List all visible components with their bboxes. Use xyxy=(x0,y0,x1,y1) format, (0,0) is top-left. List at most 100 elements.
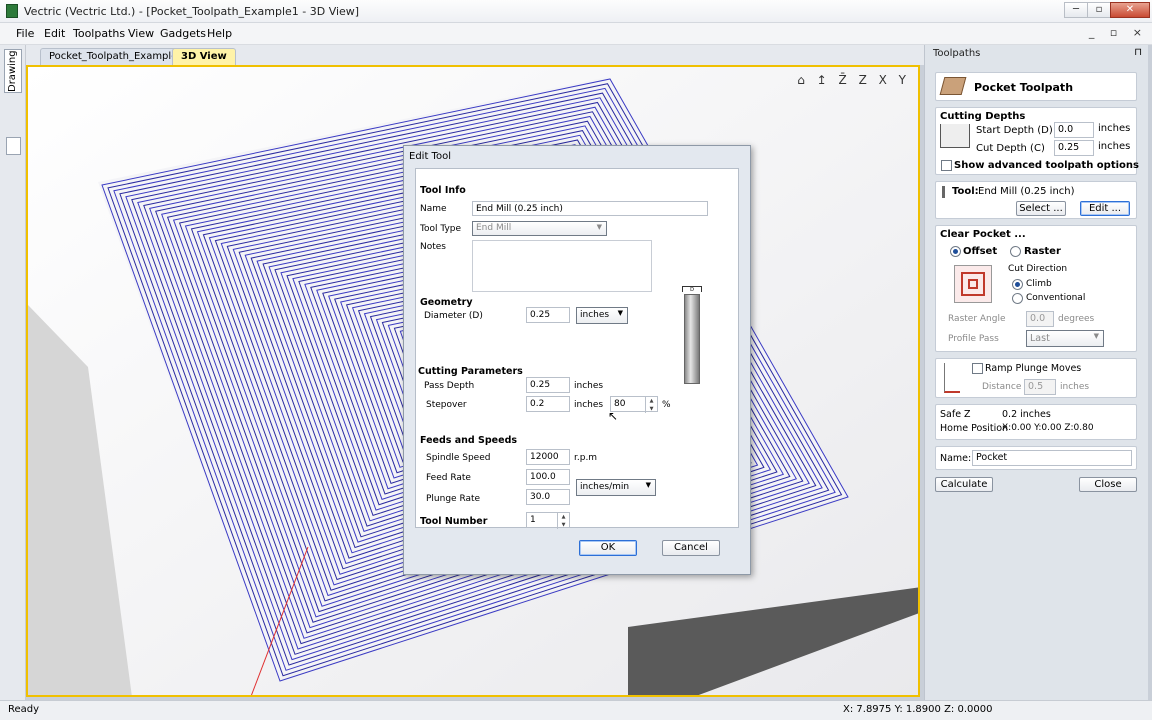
title-bar: Vectric (Vectric Ltd.) - [Pocket_Toolpat… xyxy=(0,0,1152,23)
minimize-button[interactable]: ─ xyxy=(1064,2,1088,18)
tool-type-select[interactable]: End Mill ▼ xyxy=(472,221,607,236)
diameter-marker-icon: D xyxy=(682,286,702,293)
minimize-icon: ─ xyxy=(1072,4,1080,15)
cut-depth-input[interactable]: 0.25 xyxy=(1054,140,1094,156)
cutting-depths-heading: Cutting Depths xyxy=(940,111,1026,122)
maximize-button[interactable]: ▫ xyxy=(1087,2,1111,18)
pocket-toolpath-label: Pocket Toolpath xyxy=(974,81,1074,94)
tool-type-value: End Mill xyxy=(476,223,512,233)
cut-direction-label: Cut Direction xyxy=(1008,264,1068,274)
menu-file[interactable]: File xyxy=(16,27,34,40)
feed-rate-input[interactable]: 100.0 xyxy=(526,469,570,485)
view-orientation-icons[interactable]: ⌂ ↥ Z̄ Z X Y xyxy=(797,73,910,87)
ramp-plunge-label: Ramp Plunge Moves xyxy=(985,363,1082,374)
tab-pocket-toolpath-example[interactable]: Pocket_Toolpath_Example1 xyxy=(40,48,193,65)
status-ready: Ready xyxy=(8,704,40,715)
clear-pocket-heading: Clear Pocket ... xyxy=(940,229,1026,240)
safe-z-value: 0.2 inches xyxy=(1002,409,1051,420)
ramp-section: Ramp Plunge Moves Distance 0.5 inches xyxy=(935,358,1137,398)
chevron-down-icon: ▼ xyxy=(617,309,623,317)
toolpath-name-label: Name: xyxy=(940,453,972,464)
pin-icon[interactable]: ⊓ xyxy=(1134,47,1142,58)
end-mill-icon: D xyxy=(682,286,702,386)
home-position-label: Home Position xyxy=(940,423,1009,434)
ramp-distance-input[interactable]: 0.5 xyxy=(1024,379,1056,395)
pass-depth-input[interactable]: 0.25 xyxy=(526,377,570,393)
toolpath-name-input[interactable]: Pocket xyxy=(972,450,1132,466)
raster-angle-input[interactable]: 0.0 xyxy=(1026,311,1054,327)
menu-view[interactable]: View xyxy=(128,27,154,40)
cancel-button[interactable]: Cancel xyxy=(662,540,720,556)
close-panel-button[interactable]: Close xyxy=(1079,477,1137,492)
advanced-options-checkbox[interactable] xyxy=(941,160,952,171)
stepover-input[interactable]: 0.2 xyxy=(526,396,570,412)
depth-diagram-icon xyxy=(940,124,970,148)
start-depth-label: Start Depth (D) xyxy=(976,125,1053,136)
spindle-speed-input[interactable]: 12000 xyxy=(526,449,570,465)
diameter-units-select[interactable]: inches ▼ xyxy=(576,307,628,324)
stepover-label: Stepover xyxy=(426,400,467,410)
maximize-icon: ▫ xyxy=(1095,4,1103,15)
tool-icon xyxy=(942,186,945,198)
chevron-down-icon: ▼ xyxy=(596,223,602,231)
diameter-label: Diameter (D) xyxy=(424,311,483,321)
tool-label: Tool: xyxy=(952,186,979,197)
secondary-tab[interactable] xyxy=(6,137,21,155)
notes-label: Notes xyxy=(420,242,446,252)
tab-3d-view[interactable]: 3D View xyxy=(172,48,236,65)
plunge-rate-input[interactable]: 30.0 xyxy=(526,489,570,505)
home-position-value: X:0.00 Y:0.00 Z:0.80 xyxy=(1002,423,1094,433)
edit-tool-button[interactable]: Edit ... xyxy=(1080,201,1130,216)
ramp-plunge-checkbox[interactable] xyxy=(972,363,983,374)
offset-label: Offset xyxy=(963,246,998,257)
menu-help[interactable]: Help xyxy=(207,27,232,40)
conventional-radio[interactable] xyxy=(1012,293,1023,304)
cut-depth-label: Cut Depth (C) xyxy=(976,143,1045,154)
rate-units-select[interactable]: inches/min ▼ xyxy=(576,479,656,496)
app-icon xyxy=(6,4,18,18)
calculate-button[interactable]: Calculate xyxy=(935,477,993,492)
ok-button[interactable]: OK xyxy=(579,540,637,556)
offset-radio[interactable] xyxy=(950,246,961,257)
profile-pass-label: Profile Pass xyxy=(948,334,999,344)
tool-section: Tool: End Mill (0.25 inch) Select ... Ed… xyxy=(935,181,1137,219)
chevron-down-icon: ▼ xyxy=(645,481,651,489)
window-title: Vectric (Vectric Ltd.) - [Pocket_Toolpat… xyxy=(24,5,360,18)
tool-number-spinner[interactable]: 1 ▲ ▼ xyxy=(526,512,570,529)
spinner-arrows-icon[interactable]: ▲ ▼ xyxy=(557,513,569,529)
dialog-title: Edit Tool xyxy=(409,151,451,162)
spinner-arrows-icon[interactable]: ▲ ▼ xyxy=(645,397,657,413)
tool-name-input[interactable]: End Mill (0.25 inch) xyxy=(472,201,708,216)
menu-toolpaths[interactable]: Toolpaths xyxy=(73,27,125,40)
climb-radio[interactable] xyxy=(1012,279,1023,290)
advanced-options-label: Show advanced toolpath options xyxy=(954,160,1139,171)
close-button[interactable]: ✕ xyxy=(1110,2,1150,18)
mdi-controls[interactable]: _ ▫ × xyxy=(1089,26,1148,39)
edit-tool-dialog: Edit Tool Tool Info Name End Mill (0.25 … xyxy=(403,145,751,575)
start-depth-input[interactable]: 0.0 xyxy=(1054,122,1094,138)
tool-number-label: Tool Number xyxy=(420,516,488,527)
close-icon: ✕ xyxy=(1125,4,1135,15)
raster-radio[interactable] xyxy=(1010,246,1021,257)
diameter-input[interactable]: 0.25 xyxy=(526,307,570,323)
name-section: Name: Pocket xyxy=(935,446,1137,470)
cutting-parameters-heading: Cutting Parameters xyxy=(418,366,523,377)
drawing-tab[interactable]: Drawing xyxy=(4,49,22,93)
profile-pass-select[interactable]: Last ▼ xyxy=(1026,330,1104,347)
cutting-depths-section: Cutting Depths Start Depth (D) 0.0 inche… xyxy=(935,107,1139,175)
panel-header: Toolpaths xyxy=(933,48,981,59)
tool-value: End Mill (0.25 inch) xyxy=(978,186,1075,197)
select-tool-button[interactable]: Select ... xyxy=(1016,201,1066,216)
profile-pass-value: Last xyxy=(1030,333,1050,344)
clear-pocket-section: Clear Pocket ... Offset Raster Cut Direc… xyxy=(935,225,1137,352)
stepover-percent-value: 80 xyxy=(614,399,626,409)
cursor-coordinates: X: 7.8975 Y: 1.8900 Z: 0.0000 xyxy=(843,704,993,715)
stepover-units: inches xyxy=(574,400,604,410)
menu-gadgets[interactable]: Gadgets xyxy=(160,27,206,40)
notes-textarea[interactable] xyxy=(472,240,652,292)
status-bar: Ready X: 7.8975 Y: 1.8900 Z: 0.0000 xyxy=(0,700,1152,720)
ramp-icon xyxy=(944,363,960,393)
menu-edit[interactable]: Edit xyxy=(44,27,65,40)
left-tab-strip: Drawing xyxy=(0,45,26,700)
mouse-cursor-icon: ↖ xyxy=(608,409,619,423)
